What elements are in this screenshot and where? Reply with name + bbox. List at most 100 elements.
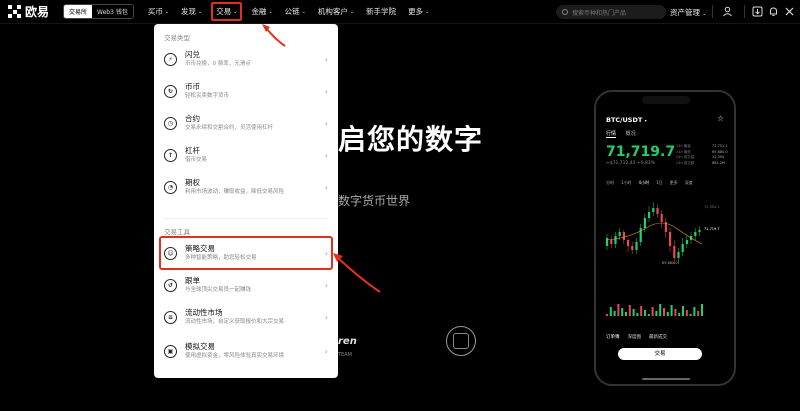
hero-title: 启您的数字 [338,123,484,156]
nav-item[interactable]: 机构客户 ⌄ [318,6,354,17]
candle-body [677,252,680,258]
hero-subtitle: 数字货币世界 [338,194,411,208]
chart-label-low: 69,880.0 [662,261,678,265]
chevron-down-icon: ⌄ [702,11,707,17]
search-placeholder: 搜索币种和热门产品 [572,9,627,17]
nav-item[interactable]: 公链 ⌄ [285,6,306,17]
volume-bar [670,305,673,316]
stats-values: 72,751.1 69,880.0 12,394 881.2M [712,144,728,165]
nav-item-label: 发现 [181,7,197,16]
last-price: 71,719.7 [606,144,676,160]
volume-bar [666,312,669,316]
menu-item-text: 期权 利用市场波动，赚取收益，降低交易风险 [185,178,325,196]
favorite-star-icon: ☆ [716,114,724,123]
menu-item[interactable]: ↑ 杠杆 借币交易 › [160,142,332,168]
nav-item[interactable]: 发现 ⌄ [181,6,202,17]
partner-logo: ren [338,336,357,347]
menu-item[interactable]: ◷ 合约 交易永续和交割合约，灵活使用杠杆 › [160,110,332,136]
nav-item[interactable]: 新手学院 [366,6,396,17]
notification-icon[interactable] [768,6,779,17]
menu-item-desc: 与全球顶尖交易员一起赚钱 [185,287,252,293]
phone-home-indicator [642,378,690,380]
menu-item[interactable]: ◔ 期权 利用市场波动，赚取收益，降低交易风险 › [160,174,332,200]
chart-label-high: 72,554.1 [704,205,720,209]
menu-item[interactable]: ↺ 跟单 与全球顶尖交易员一起赚钱 › [160,272,332,298]
candle-body [631,246,634,250]
copy-icon: ↺ [164,278,177,292]
candle-body [635,242,638,250]
chevron-down-icon: ⌄ [349,8,355,15]
menu-item[interactable]: ▣ 模拟交易 使用虚拟资金，零风险体验真实交易环境 › [160,338,332,364]
nav-item-label: 金融 [251,7,267,16]
globe-icon[interactable] [784,6,795,17]
menu-item-text: 跟单 与全球顶尖交易员一起赚钱 [185,276,325,294]
candle-body [618,232,621,236]
candle-body [660,214,663,222]
volume-bar [621,308,624,316]
download-icon[interactable] [752,6,763,17]
candle-body [622,232,625,240]
switch-web3-wallet[interactable]: Web3 钱包 [92,5,133,18]
phone-tab: 概况 [625,131,636,137]
chevron-down-icon: ⌄ [268,8,273,15]
trading-pair: BTC/USDT ▾ [606,116,647,124]
menu-item-desc: 轻松买卖数字货币 [185,93,230,99]
arrow-to-strategy-item [337,257,381,293]
menu-item[interactable]: ⚡ 闪兑 币币兑换，0 费率，无滑点 › [160,46,332,72]
chevron-down-icon: ⌄ [164,8,170,15]
menu-item-title: 期权 [185,178,200,187]
candlestick-chart: 72,554.1 71,719.7 69,880.0 [605,202,720,316]
chevron-down-icon: ⌄ [198,8,203,15]
menu-item-title: 闪兑 [185,50,200,59]
menu-item-desc: 多种智能策略，助您轻松交易 [185,255,257,261]
candle-body [643,218,646,228]
volume-bar [640,306,643,316]
switch-exchange[interactable]: 交易所 [64,5,93,18]
menu-item-title: 合约 [185,114,200,123]
asset-management-menu[interactable]: 资产管理 ⌄ [670,7,707,18]
nav-item-label: 机构客户 [317,7,348,16]
menu-item-text: 流动性市场 流动性市场，自定义获取报价和大宗交易 [185,308,325,326]
asset-label: 资产管理 [670,8,700,17]
price-sub: ≈$71,712.43 +0.83% [606,161,656,166]
search-input[interactable]: 搜索币种和热门产品 [556,5,666,19]
options-icon: ◔ [164,180,177,194]
nav-item[interactable]: 金融 ⌄ [251,6,272,17]
stats-labels: 24h 最高 24h 最低 24h 成交量 24h 成交额 [676,144,695,165]
menu-item[interactable]: ↻ 币币 轻松买卖数字货币 › [160,78,332,104]
menu-item[interactable]: ☺ 策略交易 多种智能策略，助您轻松交易 › [160,240,332,266]
logo[interactable]: 欧易 [8,3,49,20]
section-title-trade-types: 交易类型 [164,34,190,42]
volume-bar [697,311,700,316]
nav-menu: 买币 ⌄ 发现 ⌄ 交易 ⌄ 金融 ⌄ 公链 ⌄ 机构客户 ⌄ 新手学院 更多 ⌄ [142,2,435,21]
divider [744,5,745,18]
nav-item[interactable]: 更多 ⌄ [408,6,429,17]
menu-item[interactable]: ≡ 流动性市场 流动性市场，自定义获取报价和大宗交易 › [160,304,332,330]
volume-bar [659,304,662,316]
nav-item[interactable]: 买币 ⌄ [148,6,169,17]
leverage-icon: ↑ [164,148,177,162]
volume-bar [678,313,681,316]
candle-body [652,208,655,212]
volume-bar [647,314,650,316]
chevron-right-icon: › [324,54,328,64]
bot-icon: ☺ [164,246,177,260]
nav-item-label: 买币 [147,7,163,16]
chevron-right-icon: › [324,118,328,128]
user-icon[interactable] [722,6,733,17]
chevron-right-icon: › [324,248,328,258]
flash-icon: ⚡ [164,52,177,66]
phone-notch [642,96,690,104]
swap-icon: ↻ [164,84,177,98]
section-title-trade-tools: 交易工具 [164,228,190,236]
phone-tabs: 行情 概况 [606,130,644,138]
phone-bottom-tabs: 订单簿 深度图 最新成交 [606,335,667,340]
chevron-down-icon: ⌄ [233,8,238,15]
volume-bar [613,311,616,316]
nav-item[interactable]: 交易 ⌄ [211,2,243,21]
candle-body [610,240,613,244]
volume-bar [617,304,620,316]
menu-item-text: 杠杆 借币交易 [185,146,325,164]
nav-item-label: 更多 [408,7,424,16]
liquidity-icon: ≡ [164,310,177,324]
